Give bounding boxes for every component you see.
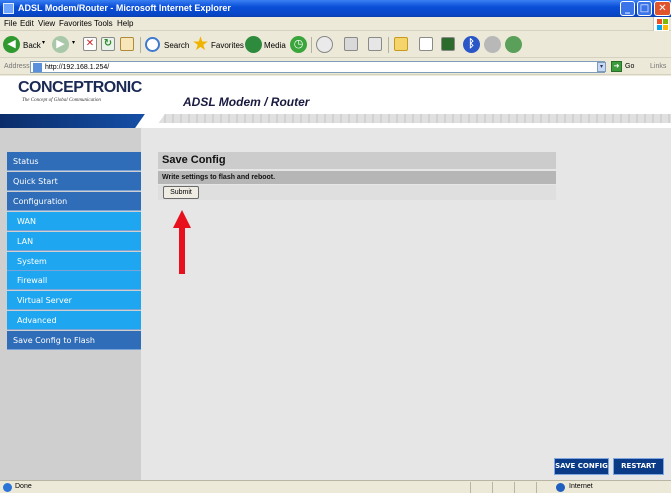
header-bluebar bbox=[0, 114, 150, 128]
menu-tools[interactable]: Tools bbox=[94, 19, 113, 28]
toolbar-separator bbox=[388, 37, 389, 53]
print-icon[interactable] bbox=[344, 37, 358, 51]
browser-window: ADSL Modem/Router - Microsoft Internet E… bbox=[0, 0, 671, 493]
status-divider bbox=[514, 482, 515, 493]
submit-button[interactable]: Submit bbox=[163, 186, 199, 199]
go-arrow-icon[interactable]: ➜ bbox=[611, 61, 622, 72]
sidebar-item-status[interactable]: Status bbox=[7, 152, 141, 171]
ie-icon bbox=[3, 3, 14, 14]
panel-action-row: Submit bbox=[158, 185, 556, 200]
menu-bar: File Edit View Favorites Tools Help bbox=[0, 17, 671, 31]
forward-arrow-icon[interactable]: ▶ bbox=[52, 36, 69, 53]
internet-zone-icon bbox=[556, 483, 565, 492]
toolbar-separator bbox=[311, 37, 312, 53]
windows-logo-icon bbox=[653, 17, 669, 31]
menu-file[interactable]: File bbox=[4, 19, 17, 28]
mail-icon[interactable] bbox=[316, 36, 333, 53]
history-icon[interactable]: ◷ bbox=[290, 36, 307, 53]
back-label[interactable]: Back bbox=[23, 41, 41, 50]
stop-icon[interactable]: ✕ bbox=[83, 37, 97, 51]
back-arrow-icon[interactable]: ◀ bbox=[3, 36, 20, 53]
window-title: ADSL Modem/Router - Microsoft Internet E… bbox=[18, 3, 231, 13]
back-dropdown-icon[interactable]: ▾ bbox=[42, 39, 45, 46]
brand-logo: CONCEPTRONIC bbox=[18, 79, 142, 96]
favorites-label[interactable]: Favorites bbox=[211, 41, 244, 50]
zone-text: Internet bbox=[569, 483, 593, 490]
status-bar: Done Internet bbox=[0, 480, 671, 493]
menu-view[interactable]: View bbox=[38, 19, 55, 28]
save-config-button[interactable]: SAVE CONFIG bbox=[554, 458, 609, 475]
annotation-arrow-icon bbox=[173, 210, 191, 274]
search-icon[interactable] bbox=[145, 37, 160, 52]
menu-favorites[interactable]: Favorites bbox=[59, 19, 92, 28]
status-divider bbox=[492, 482, 493, 493]
sidebar-item-advanced[interactable]: Advanced bbox=[7, 311, 141, 330]
edit-icon[interactable] bbox=[368, 37, 382, 51]
messenger-icon[interactable] bbox=[419, 37, 433, 51]
menu-help[interactable]: Help bbox=[117, 19, 133, 28]
panel-title: Save Config bbox=[158, 152, 556, 169]
ie-page-icon bbox=[3, 483, 12, 492]
media-icon[interactable] bbox=[245, 36, 262, 53]
links-button[interactable]: Links bbox=[650, 63, 666, 70]
page-viewport: CONCEPTRONIC The Concept of Global Commu… bbox=[0, 76, 671, 480]
bluetooth-icon[interactable]: ᛒ bbox=[463, 36, 480, 53]
main-content: Save Config Write settings to flash and … bbox=[141, 128, 671, 480]
sidebar-item-system[interactable]: System bbox=[7, 252, 141, 271]
page-heading: ADSL Modem / Router bbox=[183, 95, 310, 109]
toolbar-separator bbox=[140, 37, 141, 53]
menu-edit[interactable]: Edit bbox=[20, 19, 34, 28]
research-icon[interactable] bbox=[441, 37, 455, 51]
folder-icon[interactable] bbox=[394, 37, 408, 51]
home-icon[interactable] bbox=[120, 37, 134, 51]
page-icon bbox=[33, 63, 42, 72]
status-divider bbox=[470, 482, 471, 493]
router-header: CONCEPTRONIC The Concept of Global Commu… bbox=[0, 76, 671, 114]
discuss-icon[interactable] bbox=[484, 36, 501, 53]
save-config-panel: Save Config Write settings to flash and … bbox=[158, 152, 556, 200]
sidebar-nav: Status Quick Start Configuration WAN LAN… bbox=[0, 128, 141, 480]
sidebar-item-configuration[interactable]: Configuration bbox=[7, 192, 141, 211]
refresh-icon[interactable]: ↻ bbox=[101, 37, 115, 51]
toolbar: ◀ Back ▾ ▶ ▾ ✕ ↻ Search ★ Favorites Medi… bbox=[0, 32, 671, 58]
header-strip bbox=[150, 114, 671, 123]
restart-button[interactable]: RESTART bbox=[613, 458, 664, 475]
address-input[interactable]: http://192.168.1.254/ bbox=[30, 61, 605, 73]
panel-description: Write settings to flash and reboot. bbox=[158, 171, 556, 184]
go-button[interactable]: Go bbox=[625, 63, 634, 70]
title-bar: ADSL Modem/Router - Microsoft Internet E… bbox=[0, 0, 671, 17]
maximize-button[interactable]: □ bbox=[637, 1, 652, 16]
favorites-star-icon[interactable]: ★ bbox=[192, 35, 210, 54]
address-bar: Address http://192.168.1.254/ ▾ ➜ Go Lin… bbox=[0, 59, 671, 75]
sidebar-item-firewall[interactable]: Firewall bbox=[7, 271, 141, 290]
sidebar-item-lan[interactable]: LAN bbox=[7, 232, 141, 251]
sidebar-item-wan[interactable]: WAN bbox=[7, 212, 141, 231]
close-button[interactable]: ✕ bbox=[654, 1, 671, 16]
sidebar-item-save-config[interactable]: Save Config to Flash bbox=[7, 331, 141, 350]
search-label[interactable]: Search bbox=[164, 41, 189, 50]
address-dropdown-icon[interactable]: ▾ bbox=[597, 62, 606, 72]
media-label[interactable]: Media bbox=[264, 41, 286, 50]
msn-icon[interactable] bbox=[505, 36, 522, 53]
sidebar-item-virtual-server[interactable]: Virtual Server bbox=[7, 291, 141, 310]
brand-tagline: The Concept of Global Communication bbox=[22, 98, 101, 103]
minimize-button[interactable]: _ bbox=[620, 1, 635, 16]
status-divider bbox=[536, 482, 537, 493]
address-label: Address bbox=[4, 63, 30, 70]
forward-dropdown-icon[interactable]: ▾ bbox=[72, 39, 75, 46]
address-url[interactable]: http://192.168.1.254/ bbox=[45, 64, 109, 71]
status-text: Done bbox=[15, 483, 32, 490]
sidebar-item-quick-start[interactable]: Quick Start bbox=[7, 172, 141, 191]
